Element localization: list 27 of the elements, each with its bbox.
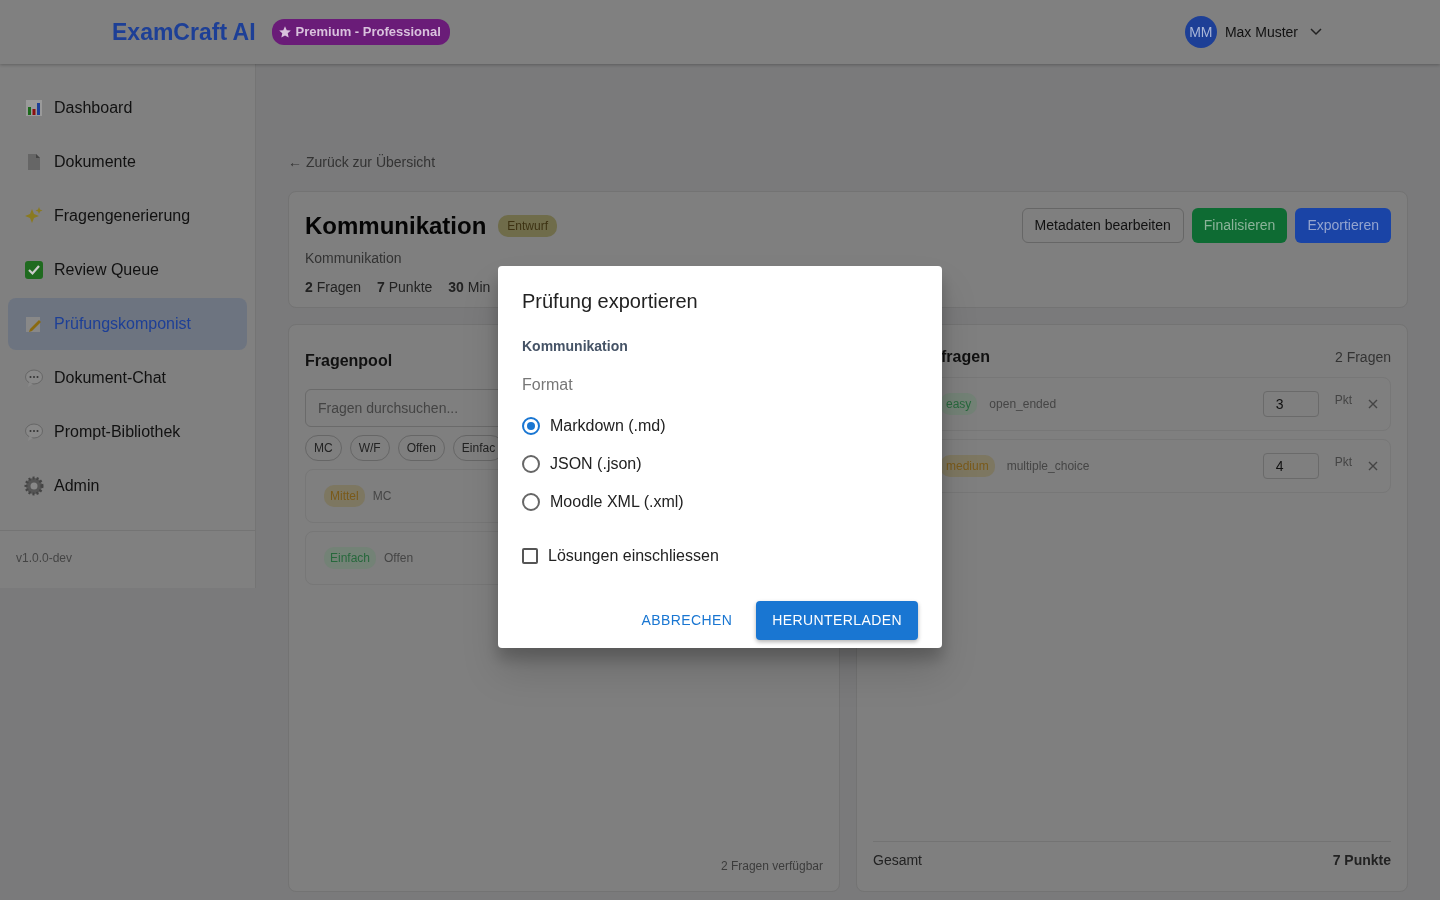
exam-name: Kommunikation bbox=[522, 337, 629, 356]
dialog-title: Prüfung exportieren bbox=[522, 289, 699, 314]
panel-title: Fragenpool bbox=[305, 351, 394, 371]
difficulty-tag: Mittel bbox=[324, 485, 365, 507]
format-label: Format bbox=[522, 375, 574, 395]
available-count: 2 Fragen verfügbar bbox=[720, 858, 823, 875]
question-type: open_ended bbox=[989, 396, 1057, 413]
stat-text: 2 Fragen bbox=[305, 278, 362, 297]
stat-text: 30 Min bbox=[448, 278, 491, 297]
question-count: 2 Fragen bbox=[1334, 347, 1391, 367]
difficulty-tag: medium bbox=[940, 455, 995, 477]
difficulty-tag: easy bbox=[940, 393, 978, 415]
total-points: 7 Punkte bbox=[1332, 851, 1391, 870]
question-type: Offen bbox=[384, 550, 414, 567]
question-type: multiple_choice bbox=[1006, 458, 1090, 475]
stat-text: 7 Punkte bbox=[377, 278, 433, 297]
points-unit: Pkt bbox=[1334, 454, 1352, 471]
panel-title: fragen bbox=[941, 347, 990, 367]
exam-title: Kommunikation bbox=[305, 211, 487, 241]
version-label: v1.0.0-dev bbox=[0, 530, 255, 585]
question-type: MC bbox=[372, 488, 392, 505]
total-label: Gesamt bbox=[873, 851, 922, 870]
plan-badge: Premium - Professional bbox=[271, 19, 450, 45]
exam-subtitle: Kommunikation bbox=[305, 249, 403, 268]
status-badge: Entwurf bbox=[498, 215, 558, 237]
points-unit: Pkt bbox=[1334, 392, 1352, 409]
difficulty-tag: Einfach bbox=[324, 547, 377, 569]
